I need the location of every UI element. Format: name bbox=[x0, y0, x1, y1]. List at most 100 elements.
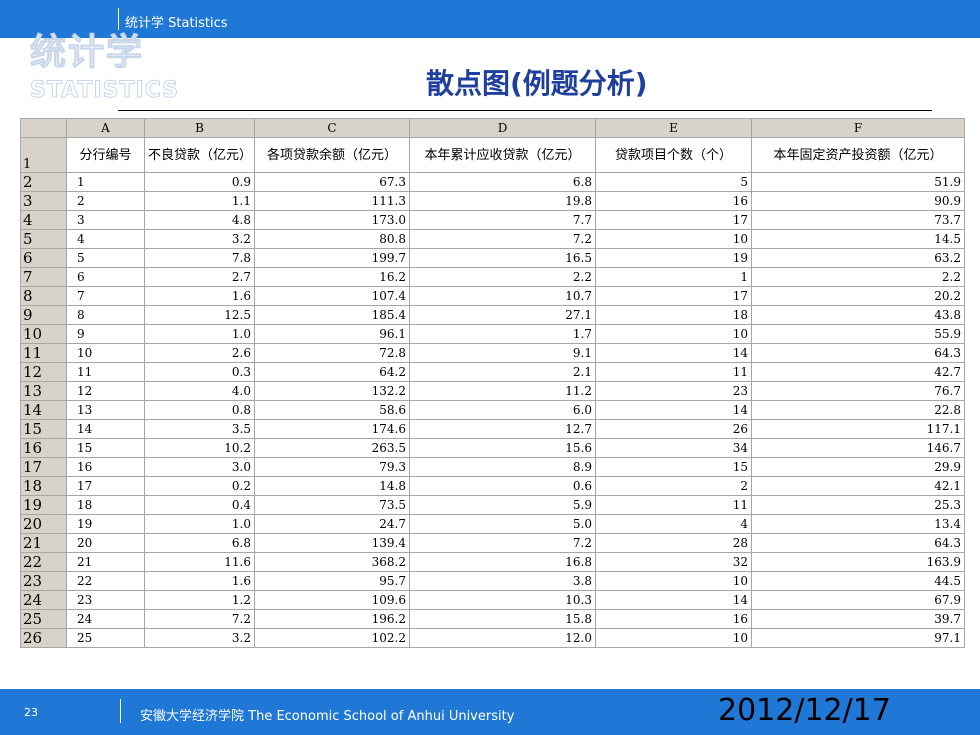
table-cell[interactable]: 14 bbox=[595, 343, 752, 363]
table-cell[interactable]: 10.2 bbox=[144, 438, 255, 458]
table-cell[interactable]: 6.8 bbox=[409, 172, 596, 192]
table-cell[interactable]: 64.3 bbox=[751, 343, 965, 363]
table-cell[interactable]: 109.6 bbox=[254, 590, 410, 610]
table-cell[interactable]: 0.3 bbox=[144, 362, 255, 382]
table-cell[interactable]: 196.2 bbox=[254, 609, 410, 629]
table-cell[interactable]: 1.7 bbox=[409, 324, 596, 344]
table-cell[interactable]: 16 bbox=[66, 457, 145, 477]
table-cell[interactable]: 15.8 bbox=[409, 609, 596, 629]
table-cell[interactable]: 72.8 bbox=[254, 343, 410, 363]
table-cell[interactable]: 17 bbox=[595, 286, 752, 306]
header-cell[interactable]: 各项贷款余额（亿元） bbox=[254, 137, 410, 173]
table-cell[interactable]: 2.6 bbox=[144, 343, 255, 363]
table-cell[interactable]: 6 bbox=[66, 267, 145, 287]
table-cell[interactable]: 4.8 bbox=[144, 210, 255, 230]
table-cell[interactable]: 19 bbox=[66, 514, 145, 534]
table-cell[interactable]: 2.2 bbox=[409, 267, 596, 287]
row-header[interactable]: 1 bbox=[20, 137, 67, 173]
table-cell[interactable]: 2 bbox=[66, 191, 145, 211]
table-cell[interactable]: 3.2 bbox=[144, 229, 255, 249]
row-header[interactable]: 13 bbox=[20, 381, 67, 401]
column-header[interactable]: E bbox=[595, 118, 752, 138]
table-cell[interactable]: 11.2 bbox=[409, 381, 596, 401]
table-cell[interactable]: 7.2 bbox=[409, 229, 596, 249]
table-cell[interactable]: 139.4 bbox=[254, 533, 410, 553]
table-cell[interactable]: 15 bbox=[66, 438, 145, 458]
table-cell[interactable]: 42.7 bbox=[751, 362, 965, 382]
table-cell[interactable]: 146.7 bbox=[751, 438, 965, 458]
row-header[interactable]: 22 bbox=[20, 552, 67, 572]
header-cell[interactable]: 不良贷款（亿元） bbox=[144, 137, 255, 173]
table-cell[interactable]: 2.7 bbox=[144, 267, 255, 287]
table-cell[interactable]: 10 bbox=[66, 343, 145, 363]
table-cell[interactable]: 28 bbox=[595, 533, 752, 553]
table-cell[interactable]: 7.8 bbox=[144, 248, 255, 268]
table-cell[interactable]: 22 bbox=[66, 571, 145, 591]
table-cell[interactable]: 2.1 bbox=[409, 362, 596, 382]
table-cell[interactable]: 15.6 bbox=[409, 438, 596, 458]
table-cell[interactable]: 111.3 bbox=[254, 191, 410, 211]
table-cell[interactable]: 4 bbox=[595, 514, 752, 534]
table-cell[interactable]: 173.0 bbox=[254, 210, 410, 230]
table-cell[interactable]: 29.9 bbox=[751, 457, 965, 477]
table-cell[interactable]: 7.2 bbox=[144, 609, 255, 629]
table-cell[interactable]: 1.6 bbox=[144, 286, 255, 306]
row-header[interactable]: 25 bbox=[20, 609, 67, 629]
column-header[interactable]: B bbox=[144, 118, 255, 138]
table-cell[interactable]: 90.9 bbox=[751, 191, 965, 211]
table-cell[interactable]: 7.2 bbox=[409, 533, 596, 553]
table-cell[interactable]: 8.9 bbox=[409, 457, 596, 477]
table-cell[interactable]: 5 bbox=[595, 172, 752, 192]
table-cell[interactable]: 12.0 bbox=[409, 628, 596, 648]
table-cell[interactable]: 13 bbox=[66, 400, 145, 420]
table-cell[interactable]: 55.9 bbox=[751, 324, 965, 344]
table-cell[interactable]: 14.5 bbox=[751, 229, 965, 249]
table-cell[interactable]: 11 bbox=[595, 495, 752, 515]
corner-cell[interactable] bbox=[20, 118, 67, 138]
table-cell[interactable]: 5 bbox=[66, 248, 145, 268]
table-cell[interactable]: 13.4 bbox=[751, 514, 965, 534]
table-cell[interactable]: 76.7 bbox=[751, 381, 965, 401]
table-cell[interactable]: 42.1 bbox=[751, 476, 965, 496]
table-cell[interactable]: 199.7 bbox=[254, 248, 410, 268]
table-cell[interactable]: 4.0 bbox=[144, 381, 255, 401]
table-cell[interactable]: 0.8 bbox=[144, 400, 255, 420]
table-cell[interactable]: 73.5 bbox=[254, 495, 410, 515]
table-cell[interactable]: 18 bbox=[595, 305, 752, 325]
table-cell[interactable]: 1.0 bbox=[144, 514, 255, 534]
table-cell[interactable]: 0.4 bbox=[144, 495, 255, 515]
table-cell[interactable]: 15 bbox=[595, 457, 752, 477]
row-header[interactable]: 24 bbox=[20, 590, 67, 610]
table-cell[interactable]: 34 bbox=[595, 438, 752, 458]
table-cell[interactable]: 19.8 bbox=[409, 191, 596, 211]
table-cell[interactable]: 23 bbox=[595, 381, 752, 401]
table-cell[interactable]: 64.3 bbox=[751, 533, 965, 553]
table-cell[interactable]: 11 bbox=[595, 362, 752, 382]
header-cell[interactable]: 分行编号 bbox=[66, 137, 145, 173]
row-header[interactable]: 18 bbox=[20, 476, 67, 496]
table-cell[interactable]: 73.7 bbox=[751, 210, 965, 230]
table-cell[interactable]: 132.2 bbox=[254, 381, 410, 401]
table-cell[interactable]: 64.2 bbox=[254, 362, 410, 382]
table-cell[interactable]: 3.8 bbox=[409, 571, 596, 591]
row-header[interactable]: 23 bbox=[20, 571, 67, 591]
table-cell[interactable]: 16 bbox=[595, 609, 752, 629]
table-cell[interactable]: 14.8 bbox=[254, 476, 410, 496]
row-header[interactable]: 4 bbox=[20, 210, 67, 230]
table-cell[interactable]: 21 bbox=[66, 552, 145, 572]
row-header[interactable]: 8 bbox=[20, 286, 67, 306]
table-cell[interactable]: 14 bbox=[595, 590, 752, 610]
table-cell[interactable]: 11.6 bbox=[144, 552, 255, 572]
table-cell[interactable]: 24 bbox=[66, 609, 145, 629]
table-cell[interactable]: 22.8 bbox=[751, 400, 965, 420]
table-cell[interactable]: 25 bbox=[66, 628, 145, 648]
table-cell[interactable]: 2 bbox=[595, 476, 752, 496]
row-header[interactable]: 16 bbox=[20, 438, 67, 458]
table-cell[interactable]: 17 bbox=[66, 476, 145, 496]
table-cell[interactable]: 27.1 bbox=[409, 305, 596, 325]
table-cell[interactable]: 10.3 bbox=[409, 590, 596, 610]
table-cell[interactable]: 3.5 bbox=[144, 419, 255, 439]
header-cell[interactable]: 贷款项目个数（个） bbox=[595, 137, 752, 173]
row-header[interactable]: 19 bbox=[20, 495, 67, 515]
table-cell[interactable]: 97.1 bbox=[751, 628, 965, 648]
